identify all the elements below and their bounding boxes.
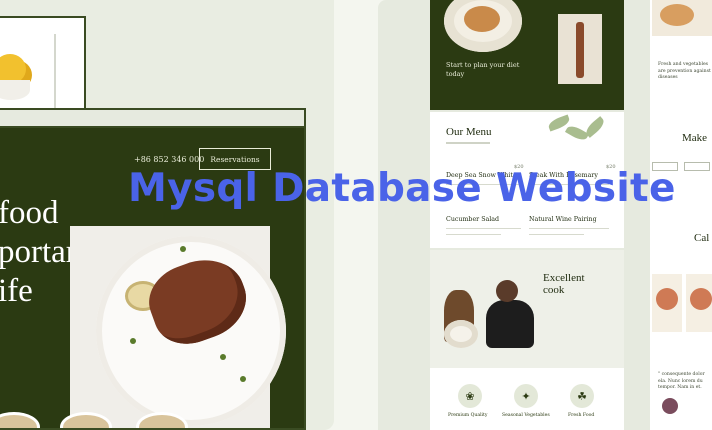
testimonial-quote: " consequente dolor ela. Nunc lorem du t… bbox=[658, 372, 705, 390]
column-text: Fresh and vegetables are prevention agai… bbox=[658, 62, 711, 80]
diet-promo-section: Start to plan your diet today bbox=[430, 0, 624, 110]
herb bbox=[130, 338, 136, 344]
menu-divider bbox=[529, 228, 609, 229]
feature-label: Premium Quality bbox=[448, 413, 488, 418]
form-input[interactable] bbox=[684, 162, 710, 171]
menu-divider bbox=[446, 234, 501, 235]
cook-title-line: Excellent bbox=[543, 272, 585, 284]
fish-icon: ❀ bbox=[458, 384, 482, 408]
overlay-title: Mysql Database Website bbox=[128, 166, 676, 211]
cook-title: Excellent cook bbox=[543, 272, 585, 296]
food bbox=[690, 288, 712, 310]
column-heading: Cal bbox=[694, 232, 710, 244]
menu-divider bbox=[446, 228, 521, 229]
cook-title-line: cook bbox=[543, 284, 565, 296]
plated-dish bbox=[444, 320, 478, 348]
avatar bbox=[662, 398, 678, 414]
dish-food bbox=[464, 6, 500, 32]
column-gutter bbox=[638, 0, 650, 430]
carrot-icon: ✦ bbox=[514, 384, 538, 408]
herb bbox=[220, 354, 226, 360]
promo-text: Start to plan your diet today bbox=[446, 61, 520, 78]
food bbox=[660, 4, 694, 26]
cook-section: Excellent cook bbox=[430, 250, 624, 368]
menu-item-name[interactable]: Cucumber Salad bbox=[446, 216, 499, 223]
hero-section: +86 852 346 000 Reservations food portan… bbox=[0, 108, 306, 430]
dish-card[interactable] bbox=[686, 274, 712, 332]
right-preview-column: Fresh and vegetables are prevention agai… bbox=[638, 0, 712, 430]
herb bbox=[240, 376, 246, 382]
column-heading: Make bbox=[682, 132, 708, 144]
bowl bbox=[136, 412, 188, 428]
leaf-decoration bbox=[583, 116, 607, 138]
chef-image bbox=[474, 274, 534, 358]
browser-bar bbox=[0, 110, 304, 128]
leaf-icon: ☘ bbox=[570, 384, 594, 408]
chef-body bbox=[486, 300, 534, 348]
bowl bbox=[0, 412, 40, 428]
divider bbox=[54, 34, 56, 109]
food-image bbox=[652, 0, 712, 36]
feature-label: Fresh Food bbox=[568, 413, 595, 418]
spice-bowls bbox=[0, 406, 304, 428]
features-section: ❀ ✦ ☘ Premium Quality Seasonal Vegetable… bbox=[430, 368, 624, 430]
bottle-photo bbox=[558, 14, 602, 84]
menu-subtitle-line bbox=[446, 142, 490, 144]
menu-title: Our Menu bbox=[446, 126, 492, 138]
plate-image bbox=[0, 80, 30, 100]
herb bbox=[180, 246, 186, 252]
feature-label: Seasonal Vegetables bbox=[502, 413, 550, 418]
lemon-preview-card bbox=[0, 16, 86, 111]
chef-head bbox=[496, 280, 518, 302]
menu-item-name[interactable]: Natural Wine Pairing bbox=[529, 216, 597, 223]
steak-dish-image bbox=[70, 226, 286, 428]
phone-number: +86 852 346 000 bbox=[134, 155, 205, 164]
food bbox=[656, 288, 678, 310]
dish-card[interactable] bbox=[652, 274, 682, 332]
bowl bbox=[60, 412, 112, 428]
bottle bbox=[576, 22, 584, 78]
menu-divider bbox=[529, 234, 584, 235]
